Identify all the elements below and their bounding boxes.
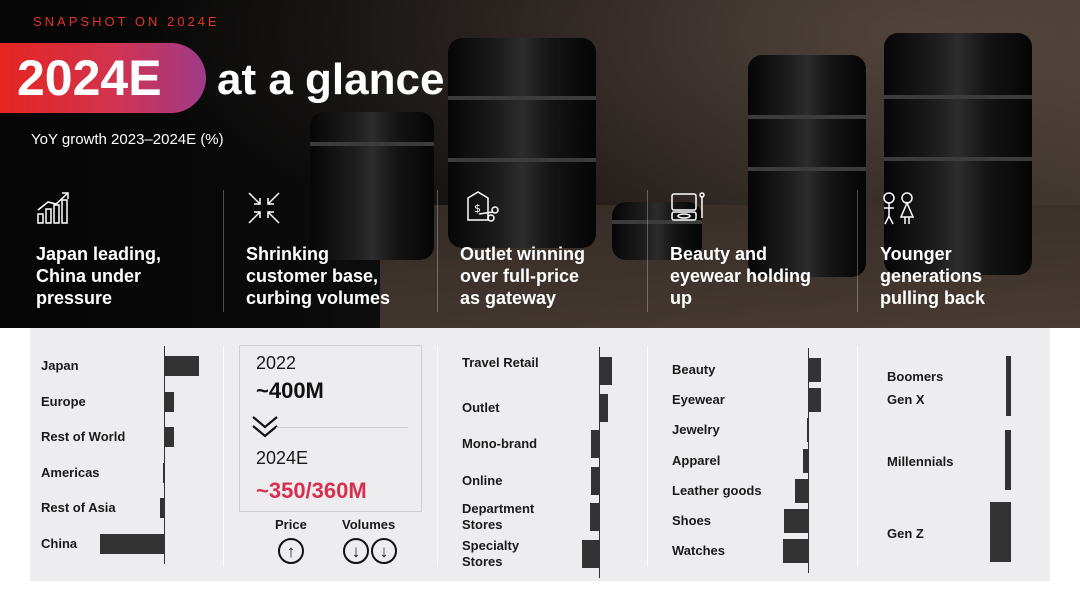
column-heading-generations: Younger generations pulling back — [880, 244, 986, 308]
column-heading-regions: Japan leading, China under pressure — [36, 244, 162, 308]
kicker-label: SNAPSHOT ON 2024E — [33, 14, 220, 29]
page-title: at a glance — [217, 55, 445, 104]
bar-label: Boomers — [887, 369, 944, 384]
bar — [808, 388, 821, 413]
bar — [591, 466, 599, 495]
bar — [599, 393, 608, 422]
bar — [164, 427, 174, 447]
bar — [1006, 356, 1011, 416]
svg-text:$: $ — [474, 202, 481, 215]
bar — [582, 539, 599, 568]
bar-label: Millennials — [887, 454, 954, 469]
column-divider — [857, 190, 858, 312]
bar — [783, 539, 808, 564]
panel-divider — [857, 346, 858, 567]
bar — [1005, 430, 1011, 490]
price-up-arrow-icon: ↑ — [278, 538, 304, 564]
bar-label: Watches — [672, 543, 725, 559]
column-heading-channels: Outlet winning over full-price as gateway — [460, 244, 585, 308]
bar-label: Europe — [41, 393, 86, 409]
panel-divider — [223, 346, 224, 567]
bar — [784, 509, 808, 533]
customer-base-2024e-value: ~350/360M — [256, 478, 367, 503]
bar — [590, 503, 599, 531]
bar-label: Mono-brand — [462, 436, 538, 451]
bar-label: Eyewear — [672, 392, 725, 408]
bar — [990, 502, 1011, 562]
volumes-label: Volumes — [342, 517, 396, 532]
volumes-down-arrow-icon: ↓ — [343, 538, 369, 564]
panel-divider — [647, 346, 648, 567]
bar — [591, 430, 599, 458]
bar — [164, 391, 174, 412]
bar-label: Leather goods — [672, 482, 762, 498]
camera-lens-photo — [884, 33, 1032, 275]
title-highlight: 2024E — [17, 50, 162, 106]
customer-base-2022-value: ~400M — [256, 378, 324, 403]
bar-chart-growth-icon — [36, 190, 72, 226]
year-2022-label: 2022 — [256, 353, 297, 373]
boy-girl-icon — [880, 190, 916, 226]
camera-lens-photo — [310, 112, 434, 260]
box-separator — [276, 427, 408, 428]
bar — [795, 478, 808, 503]
bar-label: Americas — [41, 464, 100, 480]
bar-label: Shoes — [672, 513, 712, 528]
bar-label: Apparel — [672, 452, 721, 468]
bar — [163, 462, 164, 483]
panel-divider — [437, 346, 438, 567]
zero-axis — [164, 346, 165, 564]
bar-label: Online — [462, 472, 503, 488]
bar — [808, 358, 821, 382]
bar-label: Beauty — [672, 362, 716, 377]
bar-label: Department Stores — [462, 501, 535, 532]
column-divider — [647, 190, 648, 312]
bar — [807, 418, 808, 443]
bar-label: Japan — [41, 358, 79, 373]
price-tag-scissors-icon: $ — [464, 190, 500, 226]
bar — [803, 448, 808, 473]
volumes-down-arrow-icon: ↓ — [371, 538, 397, 564]
column-heading-categories: Beauty and eyewear holding up — [670, 244, 812, 308]
bar-label: Rest of Asia — [41, 500, 116, 515]
bar — [599, 357, 612, 385]
subtitle: YoY growth 2023–2024E (%) — [31, 131, 224, 148]
bar-label: Gen Z — [887, 526, 924, 541]
column-divider — [437, 190, 438, 312]
bar-label: Travel Retail — [462, 355, 539, 370]
bar-label: China — [41, 535, 78, 551]
makeup-palette-icon — [670, 190, 706, 226]
price-label: Price — [275, 517, 307, 532]
bar-label: Outlet — [462, 399, 500, 415]
column-heading-customers: Shrinking customer base, curbing volumes — [246, 244, 391, 308]
bar-label: Specialty Stores — [462, 537, 520, 569]
column-divider — [223, 190, 224, 312]
shrink-arrows-icon — [246, 190, 282, 226]
bar — [160, 498, 164, 518]
bar-label: Rest of World — [41, 429, 126, 444]
bar-label: Jewelry — [672, 422, 720, 438]
bar-label: Gen X — [887, 392, 925, 407]
year-2024e-label: 2024E — [256, 448, 309, 468]
bar — [164, 356, 199, 376]
